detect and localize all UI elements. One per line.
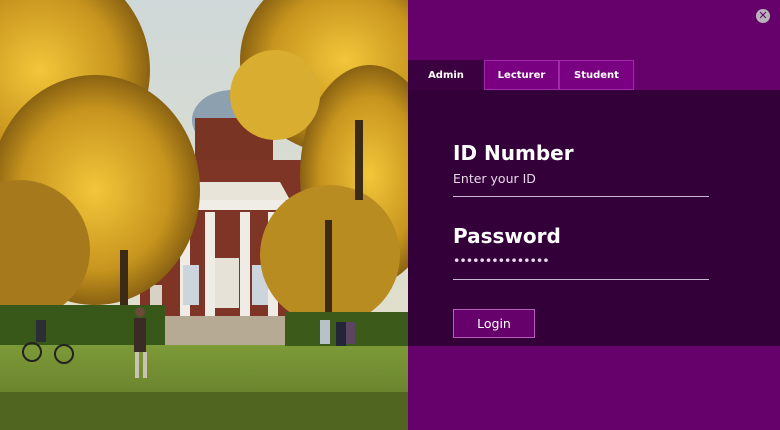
campus-photo — [0, 0, 408, 430]
close-icon[interactable]: ✕ — [756, 9, 770, 23]
tab-student[interactable]: Student — [559, 60, 634, 90]
password-input-underline — [453, 279, 709, 280]
id-input-underline — [453, 196, 709, 197]
role-tabs: Admin Lecturer Student — [408, 60, 634, 90]
tab-lecturer[interactable]: Lecturer — [484, 60, 559, 90]
login-button[interactable]: Login — [453, 309, 535, 338]
password-label: Password — [453, 224, 561, 248]
tab-admin[interactable]: Admin — [408, 60, 484, 90]
password-input[interactable]: ••••••••••••••• — [453, 253, 550, 268]
id-input[interactable]: Enter your ID — [453, 171, 536, 186]
id-number-label: ID Number — [453, 141, 574, 165]
login-form: ID Number Enter your ID Password •••••••… — [408, 90, 780, 346]
campus-scene — [0, 0, 408, 430]
